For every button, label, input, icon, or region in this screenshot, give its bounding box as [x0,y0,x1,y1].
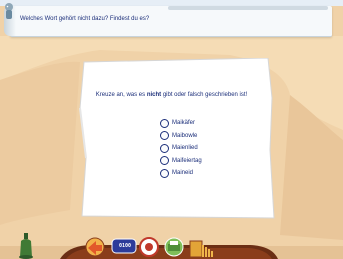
option-maibowle[interactable]: Maibowle [160,130,240,143]
banner-rod [168,6,328,10]
folder-icon[interactable] [189,237,217,259]
radio-button[interactable] [160,156,169,166]
option-label: Maikäfer [172,120,196,127]
task-instruction: Kreuze an, was es nicht gibt oder falsch… [0,92,343,98]
radio-button[interactable] [160,131,169,141]
option-maineid[interactable]: Maineid [160,167,240,180]
option-maifeiertag[interactable]: Maifeiertag [160,155,240,168]
app-window: Welches Wort gehört nicht dazu? Findest … [0,0,343,259]
radio-button[interactable] [160,118,169,128]
question-text: Welches Wort gehört nicht dazu? Findest … [20,16,150,22]
instruction-start: Kreuze an, was es [95,92,147,98]
option-label: Maifeiertag [172,157,202,164]
home-arrow-icon[interactable] [84,237,106,257]
option-label: Maibowle [172,132,198,139]
print-icon[interactable] [163,237,185,257]
option-maienlied[interactable]: Maienlied [160,142,240,155]
bottle-icon [19,233,33,259]
mascot-icon [5,3,13,19]
option-maikaefer[interactable]: Maikäfer [160,117,240,130]
option-label: Maienlied [172,145,198,152]
counter-label: 0100 [118,243,132,249]
option-label: Maineid [172,170,194,177]
instruction-end: gibt oder falsch geschrieben ist! [161,92,248,98]
help-icon[interactable] [139,237,159,257]
radio-button[interactable] [160,168,169,178]
instruction-emphasis: nicht [146,92,162,98]
radio-button[interactable] [160,143,169,153]
answer-options: Maikäfer Maibowle Maienlied Maifeiertag … [160,117,240,180]
